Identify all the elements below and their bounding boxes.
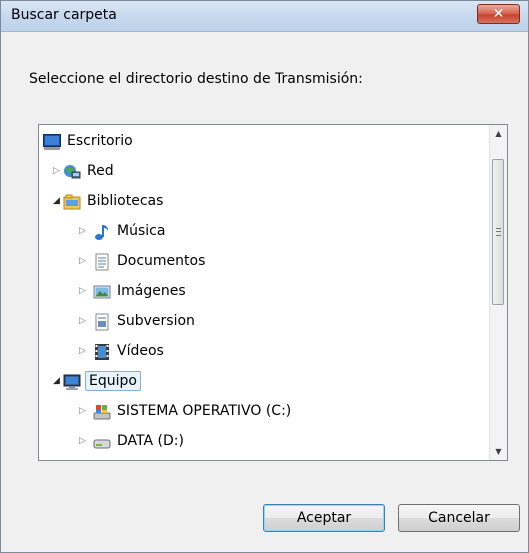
pictures-icon (93, 283, 111, 301)
tree-item-label: SISTEMA OPERATIVO (C:) (117, 403, 292, 419)
videos-icon (93, 343, 111, 361)
desktop-icon (43, 133, 61, 151)
tree-item-label: Vídeos (117, 343, 164, 359)
scroll-down-icon[interactable]: ▼ (490, 443, 507, 460)
tree-item-videos[interactable]: ▷ Vídeos (39, 339, 479, 365)
collapsed-triangle-icon[interactable]: ▷ (79, 316, 89, 326)
collapsed-triangle-icon[interactable]: ▷ (79, 256, 89, 266)
tree-item-label: Documentos (117, 253, 206, 269)
collapsed-triangle-icon[interactable]: ▷ (79, 406, 89, 416)
libraries-icon (63, 193, 81, 211)
vertical-scrollbar[interactable]: ▲ ▼ (489, 125, 507, 460)
collapsed-triangle-icon[interactable]: ▷ (53, 166, 63, 176)
tree-item-label: DATA (D:) (117, 433, 184, 449)
tree-item-subversion[interactable]: ▷ Subversion (39, 309, 479, 335)
tree-item-equipo[interactable]: ◢ Equipo (39, 369, 479, 395)
music-icon (93, 223, 111, 241)
tree-item-label: Imágenes (117, 283, 186, 299)
folder-tree[interactable]: Escritorio ▷ Red ◢ Bibliotecas ▷ Música ▷ Docume… (38, 124, 508, 461)
scroll-up-icon[interactable]: ▲ (490, 125, 507, 142)
title-bar[interactable]: Buscar carpeta ✕ (1, 1, 528, 32)
tree-item-label: Escritorio (67, 133, 133, 149)
system-drive-icon (93, 403, 111, 421)
expanded-triangle-icon[interactable]: ◢ (53, 196, 63, 206)
collapsed-triangle-icon[interactable]: ▷ (79, 286, 89, 296)
cancel-button[interactable]: Cancelar (398, 504, 520, 532)
tree-item-escritorio[interactable]: Escritorio (39, 129, 479, 155)
tree-item-imagenes[interactable]: ▷ Imágenes (39, 279, 479, 305)
browse-folder-dialog: Buscar carpeta ✕ Seleccione el directori… (0, 0, 529, 553)
tree-item-bibliotecas[interactable]: ◢ Bibliotecas (39, 189, 479, 215)
grip-icon (496, 228, 501, 236)
close-button[interactable]: ✕ (477, 4, 520, 24)
collapsed-triangle-icon[interactable]: ▷ (79, 346, 89, 356)
tree-item-label: Música (117, 223, 166, 239)
tree-item-label: Bibliotecas (87, 193, 164, 209)
network-icon (63, 163, 81, 181)
documents-icon (93, 253, 111, 271)
close-icon: ✕ (492, 6, 505, 22)
tree-item-label: Red (87, 163, 114, 179)
instruction-text: Seleccione el directorio destino de Tran… (29, 71, 363, 87)
tree-item-drive-c[interactable]: ▷ SISTEMA OPERATIVO (C:) (39, 399, 479, 425)
accept-button[interactable]: Aceptar (263, 504, 385, 532)
subversion-icon (93, 313, 111, 331)
tree-item-label: Equipo (85, 371, 141, 391)
tree-item-musica[interactable]: ▷ Música (39, 219, 479, 245)
computer-icon (63, 373, 81, 391)
tree-item-red[interactable]: ▷ Red (39, 159, 479, 185)
scroll-thumb[interactable] (492, 159, 504, 305)
collapsed-triangle-icon[interactable]: ▷ (79, 436, 89, 446)
drive-icon (93, 433, 111, 451)
expanded-triangle-icon[interactable]: ◢ (53, 376, 63, 386)
tree-item-drive-d[interactable]: ▷ DATA (D:) (39, 429, 479, 455)
collapsed-triangle-icon[interactable]: ▷ (79, 226, 89, 236)
tree-item-documentos[interactable]: ▷ Documentos (39, 249, 479, 275)
dialog-title: Buscar carpeta (11, 7, 117, 23)
tree-item-label: Subversion (117, 313, 195, 329)
